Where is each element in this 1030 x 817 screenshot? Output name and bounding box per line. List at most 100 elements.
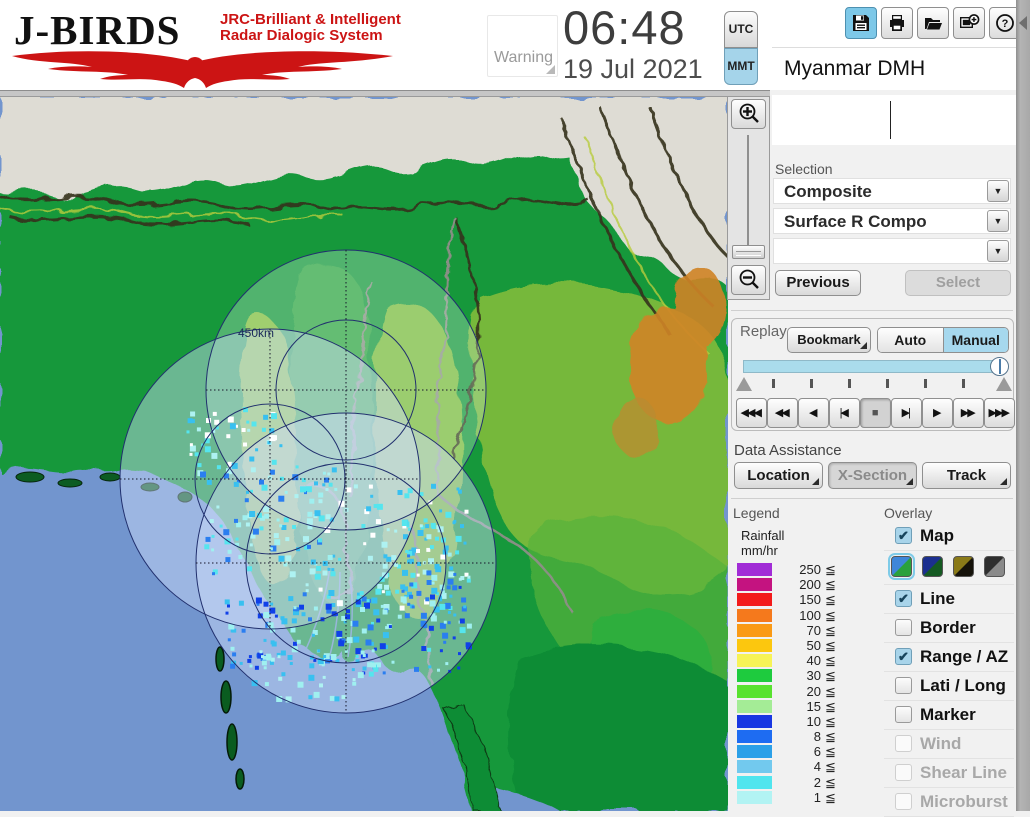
lte-symbol: ≦ bbox=[825, 729, 836, 745]
slider-tick bbox=[886, 379, 889, 388]
collapse-panel-icon[interactable] bbox=[1019, 16, 1027, 30]
add-image-button[interactable] bbox=[953, 7, 985, 39]
lte-symbol: ≦ bbox=[825, 637, 836, 653]
map-zoom-control bbox=[727, 97, 770, 300]
overlay-row-line: ✔ Line bbox=[884, 585, 1014, 614]
legend-value: 250 bbox=[799, 562, 821, 577]
jump-end-button[interactable]: ▶▶▶ bbox=[984, 398, 1015, 428]
fast-forward-button[interactable]: ▶▶ bbox=[953, 398, 984, 428]
legend-value: 2 bbox=[813, 774, 821, 790]
play-button[interactable]: ▶ bbox=[922, 398, 953, 428]
marker-checkbox[interactable] bbox=[895, 706, 912, 723]
open-folder-button[interactable] bbox=[917, 7, 949, 39]
lte-symbol: ≦ bbox=[825, 562, 836, 577]
divider bbox=[731, 310, 1013, 311]
print-button[interactable] bbox=[881, 7, 913, 39]
replay-label: Replay bbox=[740, 323, 787, 340]
chevron-down-icon[interactable]: ▼ bbox=[987, 240, 1009, 262]
legend-row: 200 ≦ bbox=[737, 577, 867, 592]
auto-button[interactable]: Auto bbox=[878, 328, 943, 352]
terrain-dark-swatch[interactable] bbox=[922, 556, 943, 577]
lte-symbol: ≦ bbox=[825, 713, 836, 729]
lte-symbol: ≦ bbox=[825, 774, 836, 790]
legend-swatch bbox=[737, 608, 772, 622]
line-checkbox[interactable]: ✔ bbox=[895, 590, 912, 607]
timezone-utc-button[interactable]: UTC bbox=[724, 11, 758, 48]
stop-button[interactable]: ■ bbox=[860, 398, 891, 428]
panel-edge-bar[interactable] bbox=[1016, 0, 1030, 811]
manual-button[interactable]: Manual bbox=[942, 328, 1008, 352]
overlay-item-label: Line bbox=[920, 589, 955, 608]
legend-row: 250 ≦ bbox=[737, 562, 867, 577]
product-dropdown-3[interactable]: ▼ bbox=[773, 238, 1011, 264]
zoom-out-button[interactable] bbox=[731, 265, 766, 295]
zoom-in-button[interactable] bbox=[731, 99, 766, 129]
warning-button[interactable]: Warning bbox=[487, 15, 558, 77]
bookmark-button[interactable]: Bookmark bbox=[787, 327, 871, 353]
legend-value: 6 bbox=[813, 744, 821, 760]
track-button[interactable]: Track bbox=[922, 462, 1011, 489]
timezone-mmt-button[interactable]: MMT bbox=[724, 48, 758, 85]
chevron-down-icon[interactable]: ▼ bbox=[987, 210, 1009, 232]
product-dropdown-1-value: Composite bbox=[784, 182, 872, 201]
location-button[interactable]: Location bbox=[734, 462, 823, 489]
save-button[interactable] bbox=[845, 7, 877, 39]
map-checkbox[interactable]: ✔ bbox=[895, 527, 912, 544]
time-slider[interactable] bbox=[743, 357, 1009, 376]
annotation-box[interactable] bbox=[772, 95, 1016, 145]
chevron-down-icon[interactable]: ▼ bbox=[987, 180, 1009, 202]
legend-value: 20 bbox=[806, 683, 821, 699]
eagle-logo-icon bbox=[12, 51, 393, 88]
legend-value: 30 bbox=[806, 668, 821, 684]
previous-button[interactable]: Previous bbox=[775, 270, 861, 296]
overlay-row-shear-line: Shear Line bbox=[884, 759, 1014, 788]
terrain-olive-swatch[interactable] bbox=[953, 556, 974, 577]
legend-row: 20 ≦ bbox=[737, 684, 867, 699]
button-label: X-Section bbox=[837, 467, 908, 484]
legend-value: 1 bbox=[813, 789, 821, 805]
overlay-row-microburst: Microburst bbox=[884, 788, 1014, 817]
step-back-button[interactable]: |◀ bbox=[829, 398, 860, 428]
slider-tick bbox=[848, 379, 851, 388]
slider-tick bbox=[962, 379, 965, 388]
step-forward-button[interactable]: ▶| bbox=[891, 398, 922, 428]
radar-map[interactable]: 450km bbox=[0, 97, 728, 811]
overlay-label: Overlay bbox=[884, 505, 933, 521]
zoom-slider-handle[interactable] bbox=[732, 245, 765, 259]
station-selector[interactable]: Myanmar DMH bbox=[772, 47, 1016, 90]
app-logo: J-BIRDS JRC-Brilliant & Intelligent Rada… bbox=[10, 4, 410, 88]
lte-symbol: ≦ bbox=[825, 653, 836, 669]
legend-swatch bbox=[737, 578, 772, 592]
playback-controls: ◀◀◀ ◀◀ ◀ |◀ ■ ▶| ▶ ▶▶ ▶▶▶ bbox=[736, 398, 1015, 428]
jump-start-button[interactable]: ◀◀◀ bbox=[736, 398, 767, 428]
play-reverse-button[interactable]: ◀ bbox=[798, 398, 829, 428]
product-dropdown-1[interactable]: Composite ▼ bbox=[773, 178, 1011, 204]
border-checkbox[interactable] bbox=[895, 619, 912, 636]
overlay-row-marker: Marker bbox=[884, 701, 1014, 730]
overlay-item-label: Wind bbox=[920, 734, 962, 753]
legend-swatch bbox=[737, 623, 772, 637]
legend-row: 6 ≦ bbox=[737, 744, 867, 759]
legend-swatch bbox=[737, 593, 772, 607]
product-dropdown-2[interactable]: Surface R Compo ▼ bbox=[773, 208, 1011, 234]
control-panel: Selection Composite ▼ Surface R Compo ▼ … bbox=[728, 90, 1016, 817]
terrain-gray-swatch[interactable] bbox=[984, 556, 1005, 577]
legend-value: 8 bbox=[813, 729, 821, 745]
overlay-row-map: ✔ Map bbox=[884, 522, 1014, 551]
lati-long-checkbox[interactable] bbox=[895, 677, 912, 694]
product-dropdown-2-value: Surface R Compo bbox=[784, 212, 927, 231]
select-button[interactable]: Select bbox=[905, 270, 1011, 296]
time-slider-handle[interactable] bbox=[990, 357, 1009, 376]
zoom-in-icon bbox=[739, 103, 759, 123]
slider-start-marker[interactable] bbox=[736, 377, 752, 391]
overlay-item-label: Shear Line bbox=[920, 763, 1007, 782]
terrain-color-swatch[interactable] bbox=[888, 553, 915, 580]
zoom-slider-track[interactable] bbox=[747, 135, 749, 245]
legend-value: 10 bbox=[806, 713, 821, 729]
slider-end-marker[interactable] bbox=[996, 377, 1012, 391]
range-az-checkbox[interactable]: ✔ bbox=[895, 648, 912, 665]
rewind-button[interactable]: ◀◀ bbox=[767, 398, 798, 428]
legend-value: 200 bbox=[799, 577, 821, 593]
legend-scale: 250 ≦ 200 ≦ 150 ≦ 100 ≦ 70 ≦ 50 ≦ 40 ≦ 30 ≦ 20 ≦ 15 ≦ 10 ≦ 8 ≦ 6… bbox=[737, 562, 867, 805]
x-section-button[interactable]: X-Section bbox=[828, 462, 917, 489]
